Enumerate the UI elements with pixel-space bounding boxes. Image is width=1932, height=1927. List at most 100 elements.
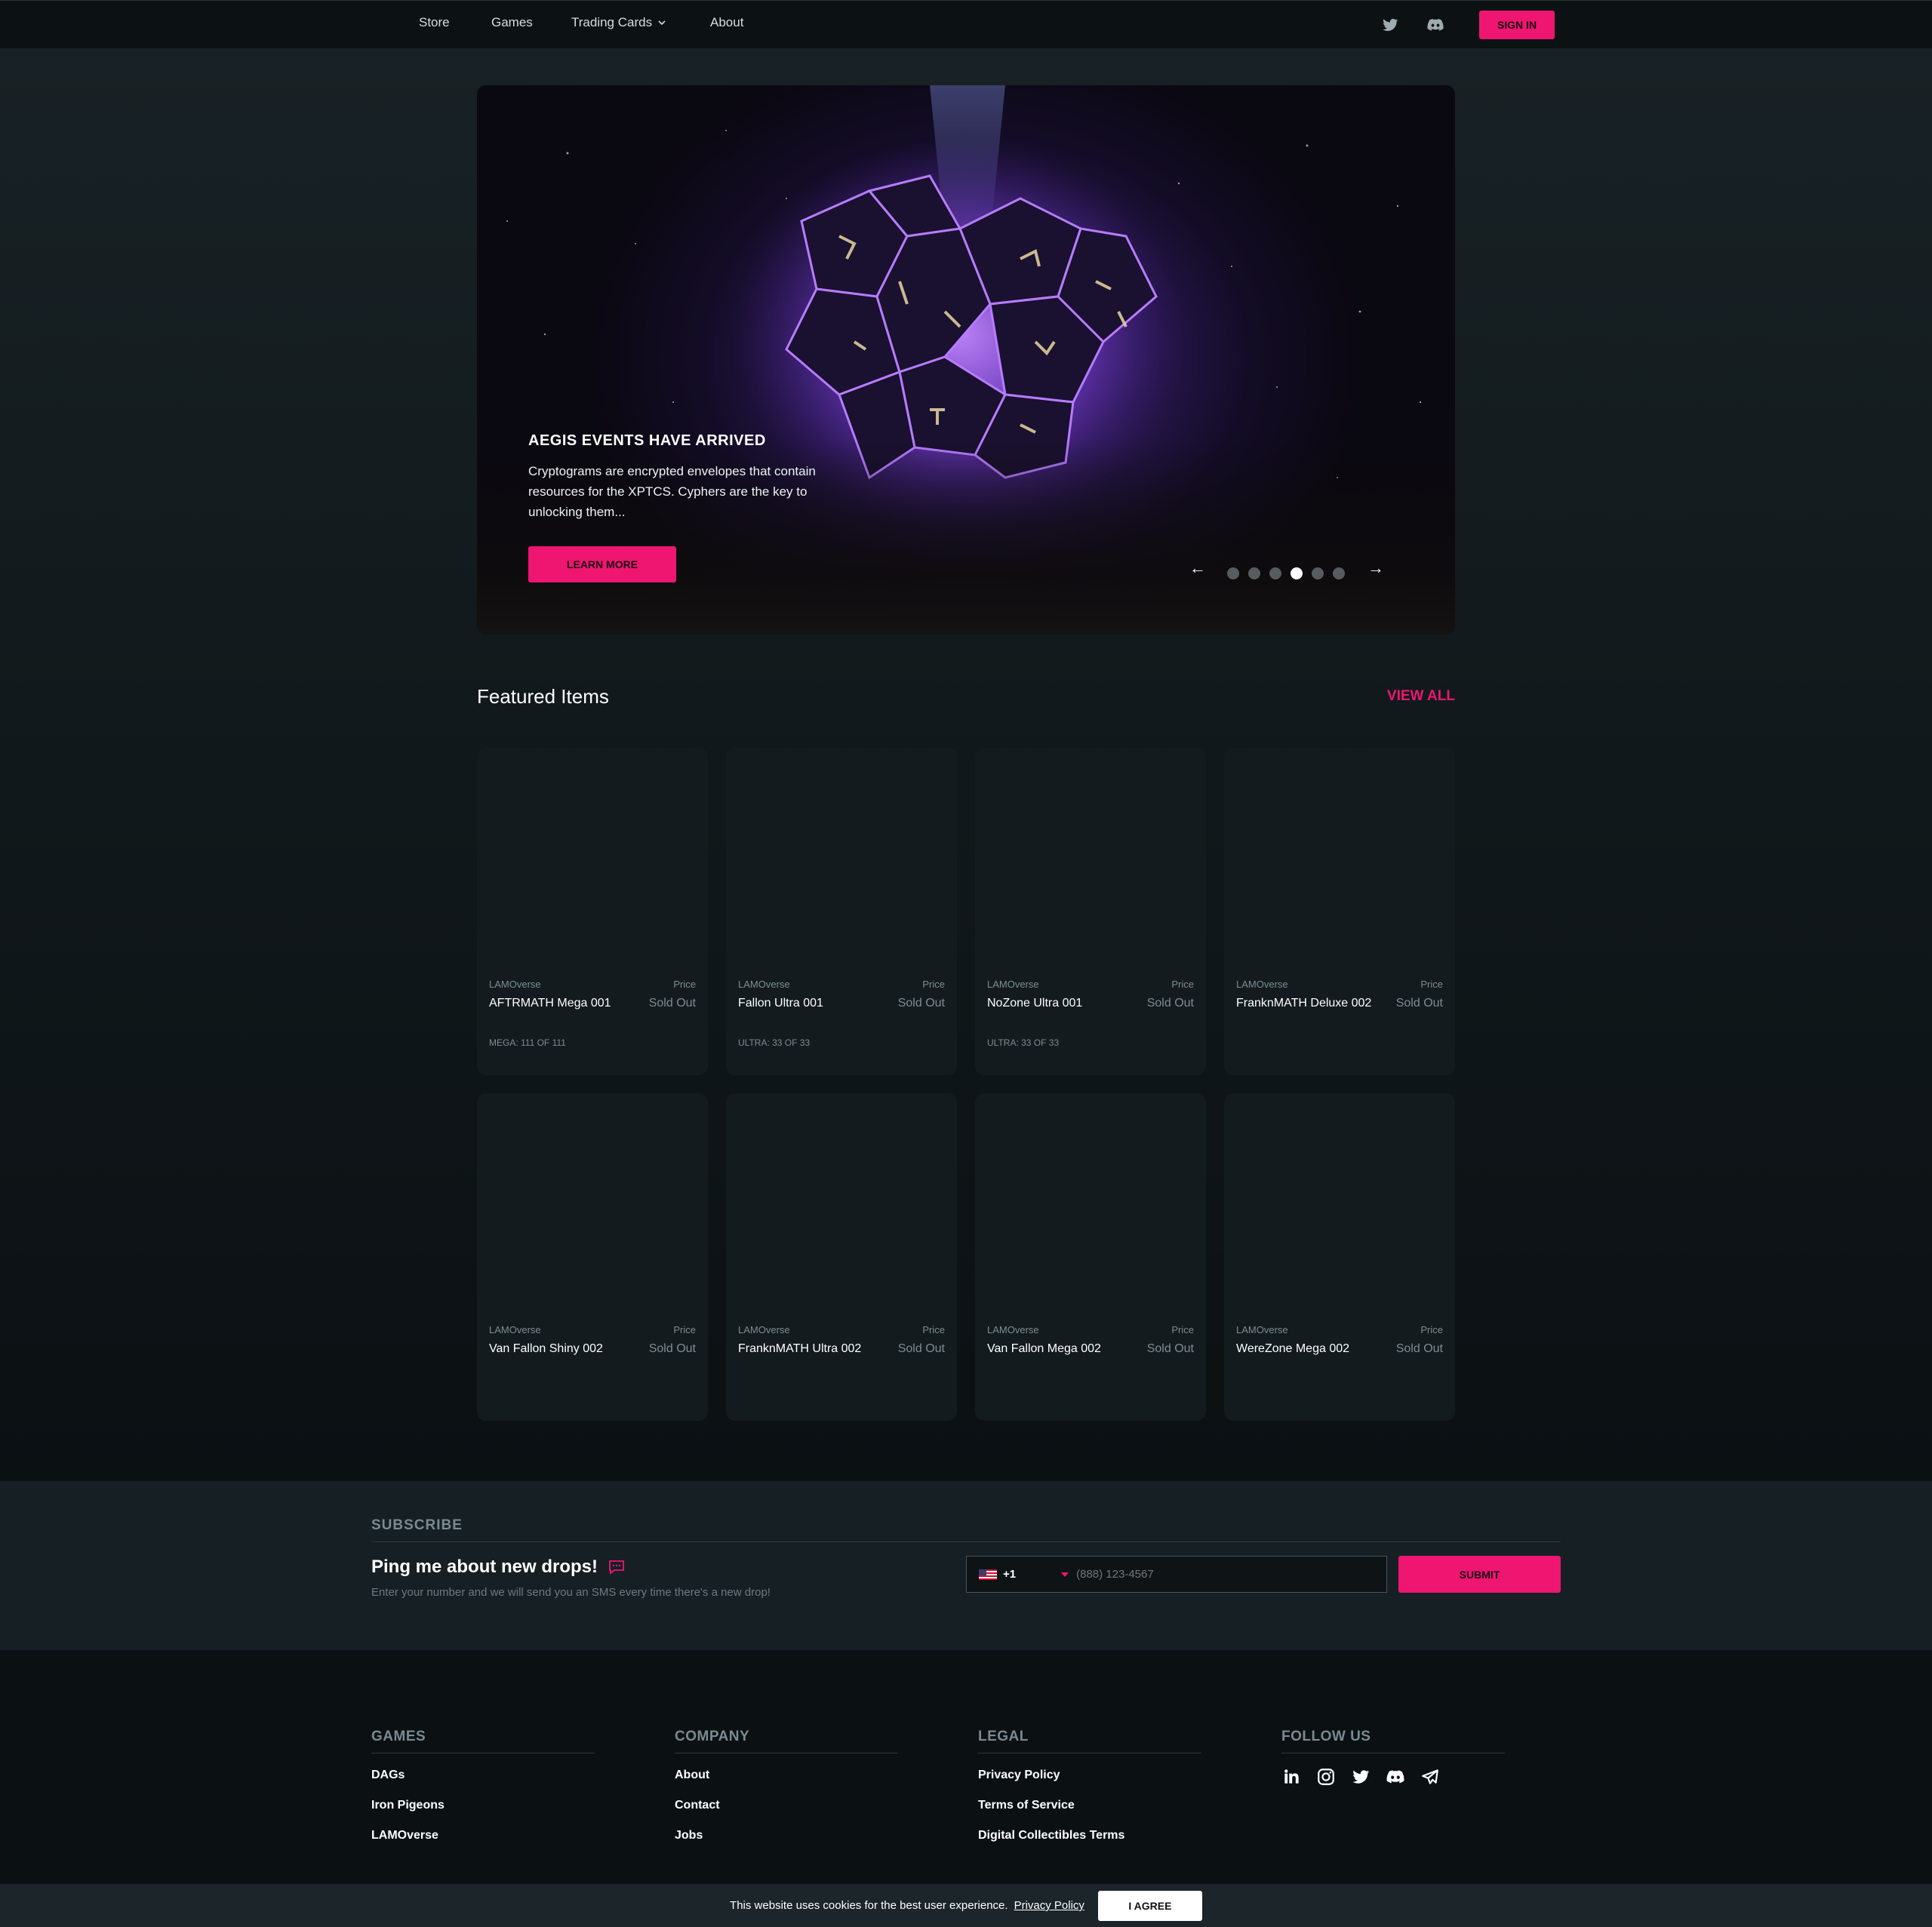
carousel-dot-6[interactable]: [1333, 567, 1345, 579]
card-price: Sold Out: [1395, 1342, 1443, 1355]
footer-link-about[interactable]: About: [675, 1769, 898, 1781]
subscribe-heading: SUBSCRIBE: [371, 1517, 463, 1533]
card-brand: LAMOverse: [489, 1324, 541, 1335]
telegram-icon[interactable]: [1420, 1767, 1440, 1787]
card-price: Sold Out: [1146, 1342, 1194, 1355]
chevron-down-icon: [658, 20, 666, 26]
product-card[interactable]: LAMOverse Price Van Fallon Mega 002 Sold…: [975, 1093, 1206, 1421]
phone-field: +1: [966, 1556, 1387, 1593]
discord-icon[interactable]: [1426, 16, 1444, 34]
carousel-dot-1[interactable]: [1227, 567, 1239, 579]
card-price-label: Price: [1420, 979, 1443, 990]
card-name: Van Fallon Mega 002: [987, 1342, 1101, 1355]
subscribe-title-text: Ping me about new drops!: [371, 1557, 598, 1577]
card-price: Sold Out: [1146, 997, 1194, 1010]
footer-company-column: COMPANY About Contact Jobs: [675, 1729, 898, 1842]
footer-link-contact[interactable]: Contact: [675, 1799, 898, 1812]
product-card[interactable]: LAMOverse Price AFTRMATH Mega 001 Sold O…: [477, 748, 708, 1075]
carousel-dot-4[interactable]: [1291, 567, 1303, 579]
card-edition: ULTRA: 33 OF 33: [987, 1037, 1060, 1048]
discord-icon[interactable]: [1386, 1767, 1405, 1787]
card-price-label: Price: [673, 979, 696, 990]
carousel-dot-5[interactable]: [1312, 567, 1324, 579]
card-price: Sold Out: [897, 997, 945, 1010]
footer-link-iron-pigeons[interactable]: Iron Pigeons: [371, 1799, 595, 1812]
card-price: Sold Out: [648, 997, 696, 1010]
cookie-privacy-link[interactable]: Privacy Policy: [1014, 1899, 1084, 1912]
card-edition: ULTRA: 33 OF 33: [738, 1037, 811, 1048]
footer-link-privacy-policy[interactable]: Privacy Policy: [978, 1769, 1201, 1781]
card-price-label: Price: [1420, 1324, 1443, 1335]
dropdown-caret-icon[interactable]: [1061, 1572, 1069, 1577]
linkedin-icon[interactable]: [1281, 1767, 1301, 1787]
instagram-icon[interactable]: [1316, 1767, 1336, 1787]
carousel-dot-2[interactable]: [1248, 567, 1260, 579]
card-name: AFTRMATH Mega 001: [489, 997, 611, 1010]
card-price: Sold Out: [648, 1342, 696, 1355]
footer-company-title: COMPANY: [675, 1729, 750, 1744]
nav-games[interactable]: Games: [491, 15, 533, 30]
footer-games-column: GAMES DAGs Iron Pigeons LAMOverse: [371, 1729, 595, 1842]
card-price: Sold Out: [897, 1342, 945, 1355]
footer-link-terms-of-service[interactable]: Terms of Service: [978, 1799, 1201, 1812]
subscribe-section: SUBSCRIBE Ping me about new drops! Enter…: [0, 1481, 1932, 1650]
card-name: FranknMATH Ultra 002: [738, 1342, 862, 1355]
submit-button[interactable]: SUBMIT: [1398, 1556, 1561, 1593]
hero-description: Cryptograms are encrypted envelopes that…: [528, 464, 816, 519]
cookie-banner: This website uses cookies for the best u…: [0, 1884, 1932, 1927]
card-edition: MEGA: 111 OF 111: [489, 1037, 566, 1048]
card-name: Fallon Ultra 001: [738, 997, 823, 1010]
card-name: NoZone Ultra 001: [987, 997, 1083, 1010]
carousel-next-arrow[interactable]: →: [1367, 558, 1384, 578]
twitter-icon[interactable]: [1351, 1767, 1371, 1787]
divider: [371, 1541, 1561, 1542]
hero-title: AEGIS EVENTS HAVE ARRIVED: [528, 432, 766, 449]
nav-store[interactable]: Store: [419, 15, 450, 30]
nav-trading-cards[interactable]: Trading Cards: [571, 15, 666, 30]
subscribe-title: Ping me about new drops!: [371, 1557, 625, 1578]
footer: GAMES DAGs Iron Pigeons LAMOverse COMPAN…: [0, 1650, 1932, 1884]
card-price-label: Price: [922, 979, 945, 990]
card-brand: LAMOverse: [1236, 979, 1288, 990]
card-price-label: Price: [1171, 979, 1194, 990]
card-price-label: Price: [1171, 1324, 1194, 1335]
footer-legal-title: LEGAL: [978, 1729, 1029, 1744]
product-card[interactable]: LAMOverse Price Van Fallon Shiny 002 Sol…: [477, 1093, 708, 1421]
footer-link-jobs[interactable]: Jobs: [675, 1829, 898, 1842]
twitter-icon[interactable]: [1381, 16, 1399, 34]
product-card[interactable]: LAMOverse Price Fallon Ultra 001 Sold Ou…: [726, 748, 957, 1075]
card-name: WereZone Mega 002: [1236, 1342, 1350, 1355]
footer-link-lamoverse[interactable]: LAMOverse: [371, 1829, 595, 1842]
country-dial-code[interactable]: +1: [1003, 1568, 1016, 1581]
card-brand: LAMOverse: [987, 979, 1039, 990]
sign-in-button[interactable]: SIGN IN: [1479, 11, 1555, 39]
footer-follow-column: FOLLOW US: [1281, 1729, 1505, 1787]
footer-legal-column: LEGAL Privacy Policy Terms of Service Di…: [978, 1729, 1201, 1842]
card-price-label: Price: [922, 1324, 945, 1335]
agree-button[interactable]: I AGREE: [1097, 1890, 1202, 1921]
learn-more-button[interactable]: LEARN MORE: [528, 546, 676, 582]
product-card[interactable]: LAMOverse Price FranknMATH Deluxe 002 So…: [1224, 748, 1455, 1075]
nav-about[interactable]: About: [710, 15, 743, 30]
carousel-prev-arrow[interactable]: ←: [1189, 558, 1206, 578]
product-card[interactable]: LAMOverse Price NoZone Ultra 001 Sold Ou…: [975, 748, 1206, 1075]
hero-carousel: AEGIS EVENTS HAVE ARRIVED Cryptograms ar…: [477, 85, 1455, 635]
footer-link-digital-collectibles-terms[interactable]: Digital Collectibles Terms: [978, 1829, 1201, 1842]
phone-input[interactable]: [1076, 1568, 1364, 1581]
product-card[interactable]: LAMOverse Price WereZone Mega 002 Sold O…: [1224, 1093, 1455, 1421]
card-brand: LAMOverse: [1236, 1324, 1288, 1335]
card-brand: LAMOverse: [738, 979, 790, 990]
subscribe-description: Enter your number and we will send you a…: [371, 1586, 771, 1599]
view-all-link[interactable]: VIEW ALL: [1387, 688, 1455, 705]
us-flag-icon[interactable]: [979, 1569, 997, 1580]
card-brand: LAMOverse: [738, 1324, 790, 1335]
nav-trading-cards-label: Trading Cards: [571, 15, 653, 29]
card-name: FranknMATH Deluxe 002: [1236, 997, 1372, 1010]
footer-link-dags[interactable]: DAGs: [371, 1769, 595, 1781]
featured-items-title: Featured Items: [477, 685, 609, 708]
carousel-dot-3[interactable]: [1269, 567, 1281, 579]
card-name: Van Fallon Shiny 002: [489, 1342, 603, 1355]
cookie-text: This website uses cookies for the best u…: [730, 1899, 1008, 1912]
product-card[interactable]: LAMOverse Price FranknMATH Ultra 002 Sol…: [726, 1093, 957, 1421]
footer-games-title: GAMES: [371, 1729, 426, 1744]
